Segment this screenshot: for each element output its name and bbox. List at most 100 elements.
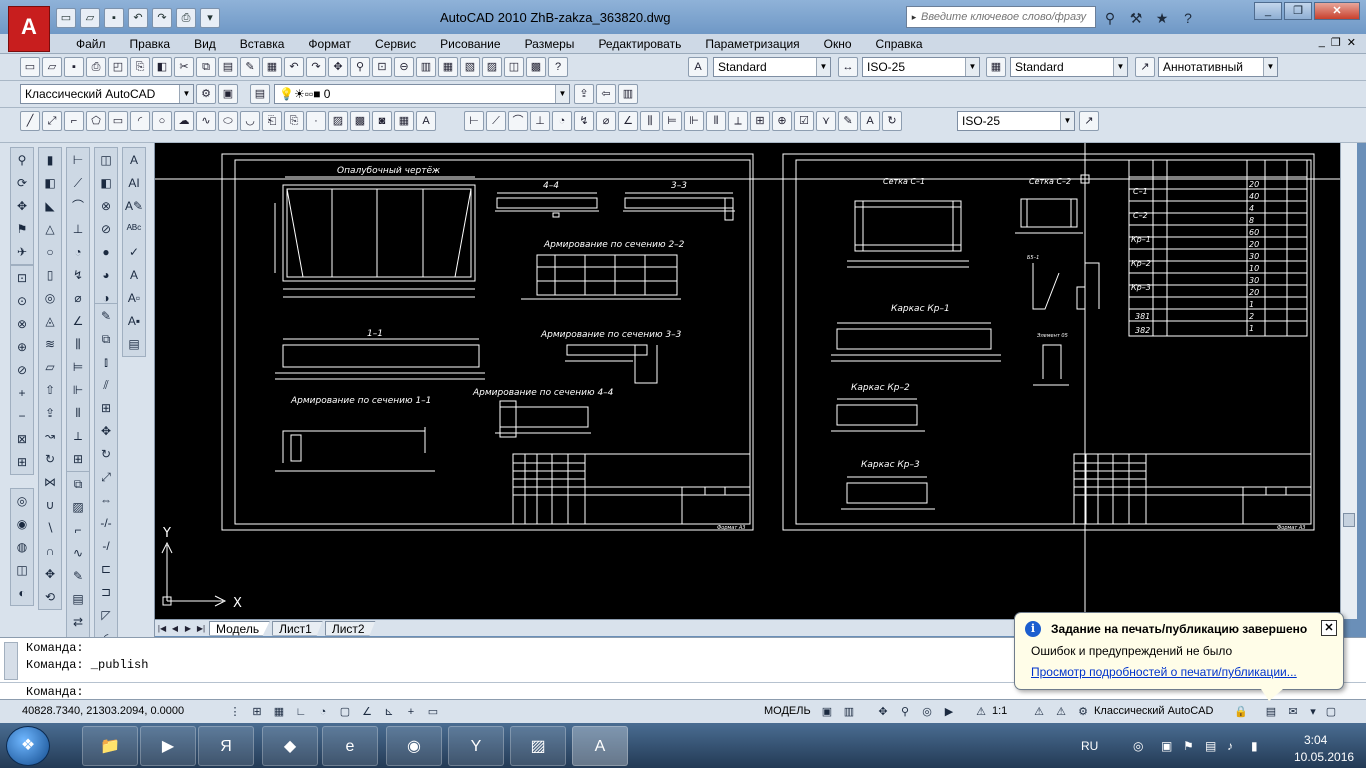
tab-layout2[interactable]: Лист2 [324,620,376,636]
3d-rotate-icon[interactable]: ⟲ [40,586,60,608]
visual-studio-taskbar-button[interactable]: ◆ [262,726,318,766]
dim-style-icon[interactable]: ↔ [838,57,858,77]
grid-display-icon[interactable]: ▦ [270,703,288,721]
zoom-all-icon[interactable]: ⊠ [12,428,32,450]
plot-status-tray-icon[interactable]: ▤ [1262,703,1280,721]
center-mark-icon[interactable]: ⊕ [772,111,792,131]
multileader-style-select[interactable]: Аннотативный ▼ [1158,57,1278,77]
annotation-scale-value[interactable]: 1:1 [992,705,1007,717]
help-icon[interactable]: ? [1178,8,1198,28]
autocad-taskbar-button[interactable]: A [572,726,628,766]
render-icon[interactable]: ◕ [96,264,116,286]
convert-distance-icon[interactable]: ▤ [124,333,144,355]
open-icon[interactable]: ▱ [42,57,62,77]
plot-icon[interactable]: ⎙ [86,57,106,77]
binoculars-icon[interactable]: ⚲ [1100,8,1120,28]
layer-previous-icon[interactable]: ⇦ [596,84,616,104]
lineweight-icon[interactable]: ▭ [424,703,442,721]
make-object-layer-current-icon[interactable]: ⇪ [574,84,594,104]
layer-select[interactable]: 💡☀▫▫■ 0 ▼ [274,84,570,104]
text-style-select[interactable]: Standard ▼ [713,57,831,77]
swivel-icon[interactable]: ◐ [12,582,32,604]
tool-palettes-icon[interactable]: ▧ [460,57,480,77]
zoom-realtime-icon[interactable]: ⚲ [350,57,370,77]
polar-tracking-icon[interactable]: ◔ [314,703,332,721]
table-icon[interactable]: ▦ [394,111,414,131]
menu-dimension[interactable]: Размеры [513,36,587,52]
baseline-icon[interactable]: ⊨ [68,356,88,378]
erase-icon[interactable]: ✎ [96,305,116,327]
planar-surface-icon[interactable]: ▱ [40,356,60,378]
extrude-icon[interactable]: ⇧ [40,379,60,401]
block-editor-icon[interactable]: ▦ [262,57,282,77]
diameter-dim-icon[interactable]: ⌀ [596,111,616,131]
annotation-visibility-icon[interactable]: ⚠ [1030,703,1048,721]
zoom-icon[interactable]: ⚲ [896,703,914,721]
linear-dim-icon[interactable]: ⊢ [464,111,484,131]
drawing-canvas[interactable]: Опалубочный чертёж 4–4 3–3 Армирование п… [155,143,1340,619]
line-icon[interactable]: ╱ [20,111,40,131]
continuous-orbit-icon[interactable]: ◍ [12,536,32,558]
menu-view[interactable]: Вид [182,36,228,52]
justify-text-icon[interactable]: A▪ [124,310,144,332]
free-orbit-icon[interactable]: ◉ [12,513,32,535]
angular-dim-icon[interactable]: ∠ [618,111,638,131]
polysolid-icon[interactable]: ▮ [40,149,60,171]
region-icon[interactable]: ◙ [372,111,392,131]
orbit-icon[interactable]: ⟳ [12,172,32,194]
quick-dim-icon[interactable]: ⫼ [640,111,660,131]
draworder-icon[interactable]: ⧉ [68,473,88,495]
coordinates-display[interactable]: 40828.7340, 21303.2094, 0.0000 [22,705,184,717]
workspace-status-value[interactable]: Классический AutoCAD [1094,705,1213,717]
tray-app-icon[interactable]: ▣ [1161,739,1172,753]
search-expand-icon[interactable]: ▸ [907,12,921,23]
quickcalc-icon[interactable]: ▩ [526,57,546,77]
action-center-icon[interactable]: ⚑ [1183,739,1194,753]
command-line-grip[interactable] [4,642,18,680]
zoom-object-icon[interactable]: ⊘ [12,359,32,381]
tolerance-icon[interactable]: ⊞ [750,111,770,131]
undo-icon[interactable]: ↶ [128,8,148,28]
autocad-app-icon[interactable]: A [8,6,50,52]
view-plot-details-link[interactable]: Просмотр подробностей о печати/публикаци… [1031,665,1297,679]
vertical-scroll-thumb[interactable] [1343,513,1355,527]
command-input[interactable] [100,684,1000,699]
aligned-dim-icon[interactable]: ⟋ [486,111,506,131]
arc-length-icon[interactable]: ⌒ [508,111,528,131]
tab-model[interactable]: Модель [209,620,271,636]
favorites-star-icon[interactable]: ★ [1152,8,1172,28]
text-style-icon[interactable]: A [688,57,708,77]
publish-icon[interactable]: ⎘ [130,57,150,77]
cylinder-icon[interactable]: ▯ [40,264,60,286]
workspace-settings-icon[interactable]: ⚙ [196,84,216,104]
trim-icon[interactable]: -/- [96,512,116,534]
presspull-icon[interactable]: ⇪ [40,402,60,424]
start-button[interactable]: ❖ [6,726,50,766]
communication-tray-icon[interactable]: ✉ [1284,703,1302,721]
aligned-dim-icon[interactable]: ⟋ [68,172,88,194]
zoom-previous-icon[interactable]: ⊖ [394,57,414,77]
scale-icon[interactable]: ⤢ [96,466,116,488]
3d-move-icon[interactable]: ✥ [40,563,60,585]
layer-properties-icon[interactable]: ▤ [250,84,270,104]
steering-wheel-icon[interactable]: ◎ [918,703,936,721]
subtract-icon[interactable]: ∖ [40,517,60,539]
dim-style-select-2[interactable]: ISO-25 ▼ [957,111,1075,131]
zoom-dynamic-icon[interactable]: ⊙ [12,290,32,312]
copy-icon[interactable]: ⧉ [96,328,116,350]
rotate-icon[interactable]: ↻ [96,443,116,465]
arc-length-icon[interactable]: ⌒ [68,195,88,217]
workspace-switching-icon[interactable]: ⚙ [1074,703,1092,721]
tab-layout1[interactable]: Лист1 [272,620,323,636]
baseline-dim-icon[interactable]: ⊨ [662,111,682,131]
undo-icon[interactable]: ↶ [284,57,304,77]
spline-icon[interactable]: ∿ [196,111,216,131]
torus-icon[interactable]: ◎ [40,287,60,309]
fly-icon[interactable]: ✈ [12,241,32,263]
pan-icon[interactable]: ✥ [12,195,32,217]
properties-icon[interactable]: ▥ [416,57,436,77]
auto-scale-icon[interactable]: ⚠ [1052,703,1070,721]
dim-style-select[interactable]: ISO-25 ▼ [862,57,980,77]
copy-icon[interactable]: ⧉ [196,57,216,77]
find-replace-icon[interactable]: ᴬᴮᶜ [124,218,144,240]
